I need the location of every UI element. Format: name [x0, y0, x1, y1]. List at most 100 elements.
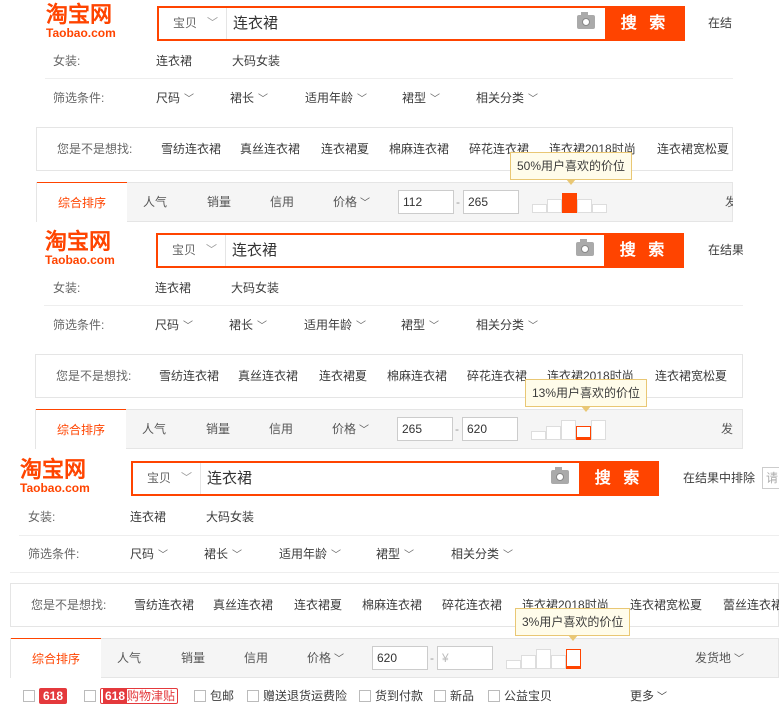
suggest-item[interactable]: 连衣裙夏: [321, 134, 369, 164]
filter-cod[interactable]: 货到付款: [359, 684, 423, 708]
sort-sales[interactable]: 销量: [206, 410, 230, 448]
taobao-logo[interactable]: 淘宝网 Taobao.com: [45, 231, 127, 267]
women-item[interactable]: 大码女装: [206, 502, 254, 532]
suggest-item[interactable]: 连衣裙宽松夏: [657, 134, 729, 164]
filter-new[interactable]: 新品: [434, 684, 474, 708]
sort-price[interactable]: 价格 ﹀: [332, 410, 369, 448]
filter-free-shipping[interactable]: 包邮: [194, 684, 234, 708]
women-item[interactable]: 大码女装: [232, 46, 280, 76]
search-input[interactable]: 连衣裙: [232, 235, 277, 266]
price-max-input[interactable]: 265: [463, 190, 519, 214]
checkbox[interactable]: [434, 690, 446, 702]
price-bar[interactable]: [577, 199, 592, 213]
women-item[interactable]: 连衣裙: [156, 46, 192, 76]
price-min-input[interactable]: 265: [397, 417, 453, 441]
price-min-input[interactable]: 112: [398, 190, 454, 214]
filter-age[interactable]: 适用年龄 ﹀: [305, 83, 367, 115]
women-item[interactable]: 大码女装: [231, 273, 279, 303]
sort-price[interactable]: 价格 ﹀: [307, 639, 344, 677]
price-bar[interactable]: [547, 199, 562, 213]
suggest-item[interactable]: 蕾丝连衣裙: [723, 590, 779, 620]
price-bar[interactable]: [536, 649, 551, 669]
suggest-item[interactable]: 棉麻连衣裙: [389, 134, 449, 164]
filter-size[interactable]: 尺码 ﹀: [130, 539, 168, 571]
category-select[interactable]: 宝贝 ﹀: [158, 235, 226, 266]
sort-credit[interactable]: 信用: [244, 639, 268, 677]
suggest-item[interactable]: 棉麻连衣裙: [387, 361, 447, 391]
checkbox[interactable]: [194, 690, 206, 702]
suggest-item[interactable]: 连衣裙夏: [294, 590, 342, 620]
price-bar-selected[interactable]: [562, 193, 577, 213]
suggest-item[interactable]: 雪纺连衣裙: [161, 134, 221, 164]
sort-sales[interactable]: 销量: [181, 639, 205, 677]
filter-charity[interactable]: 公益宝贝: [488, 684, 552, 708]
suggest-item[interactable]: 真丝连衣裙: [240, 134, 300, 164]
filter-age[interactable]: 适用年龄 ﹀: [279, 539, 341, 571]
sort-popularity[interactable]: 人气: [142, 410, 166, 448]
price-bar-selected[interactable]: [576, 426, 591, 440]
suggest-item[interactable]: 碎花连衣裙: [467, 361, 527, 391]
camera-icon[interactable]: [577, 12, 595, 29]
sort-credit[interactable]: 信用: [270, 183, 294, 221]
price-bar[interactable]: [532, 204, 547, 213]
suggest-item[interactable]: 雪纺连衣裙: [134, 590, 194, 620]
price-bar[interactable]: [521, 655, 536, 669]
suggest-item[interactable]: 连衣裙宽松夏: [655, 361, 727, 391]
suggest-item[interactable]: 雪纺连衣裙: [159, 361, 219, 391]
filter-618[interactable]: 618: [23, 684, 68, 708]
suggest-item[interactable]: 连衣裙宽松夏: [630, 590, 702, 620]
sort-default[interactable]: 综合排序: [37, 182, 127, 222]
sort-default[interactable]: 综合排序: [11, 638, 101, 678]
women-item[interactable]: 连衣裙: [155, 273, 191, 303]
filter-size[interactable]: 尺码 ﹀: [155, 310, 193, 342]
filter-length[interactable]: 裙长 ﹀: [229, 310, 267, 342]
filter-category[interactable]: 相关分类 ﹀: [476, 310, 538, 342]
taobao-logo[interactable]: 淘宝网 Taobao.com: [46, 4, 128, 40]
price-bar[interactable]: [531, 431, 546, 440]
ship-from-dropdown[interactable]: 发货地 ﹀: [695, 639, 744, 677]
sort-credit[interactable]: 信用: [269, 410, 293, 448]
checkbox[interactable]: [84, 690, 96, 702]
ship-from-dropdown[interactable]: 发货: [721, 410, 742, 448]
filter-size[interactable]: 尺码 ﹀: [156, 83, 194, 115]
search-input[interactable]: 连衣裙: [233, 8, 278, 39]
search-button[interactable]: 搜 索: [579, 461, 659, 496]
price-bar[interactable]: [546, 426, 561, 440]
suggest-item[interactable]: 连衣裙夏: [319, 361, 367, 391]
ship-from-dropdown[interactable]: 发: [725, 183, 733, 221]
women-item[interactable]: 连衣裙: [130, 502, 166, 532]
filter-age[interactable]: 适用年龄 ﹀: [304, 310, 366, 342]
search-button[interactable]: 搜 索: [605, 6, 685, 41]
filter-length[interactable]: 裙长 ﹀: [204, 539, 242, 571]
price-max-input[interactable]: 620: [462, 417, 518, 441]
suggest-item[interactable]: 棉麻连衣裙: [362, 590, 422, 620]
checkbox[interactable]: [23, 690, 35, 702]
filter-skirt-type[interactable]: 裙型 ﹀: [401, 310, 439, 342]
taobao-logo[interactable]: 淘宝网 Taobao.com: [20, 459, 102, 495]
suggest-item[interactable]: 真丝连衣裙: [238, 361, 298, 391]
price-bar[interactable]: [506, 660, 521, 669]
price-max-input[interactable]: ¥: [437, 646, 493, 670]
sort-popularity[interactable]: 人气: [143, 183, 167, 221]
filter-return-insurance[interactable]: 赠送退货运费险: [247, 684, 347, 708]
filter-length[interactable]: 裙长 ﹀: [230, 83, 268, 115]
exclude-input[interactable]: 请: [762, 467, 779, 489]
price-min-input[interactable]: 620: [372, 646, 428, 670]
checkbox[interactable]: [488, 690, 500, 702]
sort-popularity[interactable]: 人气: [117, 639, 141, 677]
price-bar[interactable]: [561, 420, 576, 440]
checkbox[interactable]: [247, 690, 259, 702]
suggest-item[interactable]: 碎花连衣裙: [442, 590, 502, 620]
suggest-item[interactable]: 真丝连衣裙: [213, 590, 273, 620]
filter-618-subsidy[interactable]: 618 购物津贴: [84, 684, 179, 708]
search-button[interactable]: 搜 索: [604, 233, 684, 268]
search-input[interactable]: 连衣裙: [207, 463, 252, 494]
category-select[interactable]: 宝贝 ﹀: [133, 463, 201, 494]
sort-default[interactable]: 综合排序: [36, 409, 126, 449]
camera-icon[interactable]: [551, 467, 569, 484]
checkbox[interactable]: [359, 690, 371, 702]
category-select[interactable]: 宝贝 ﹀: [159, 8, 227, 39]
filter-skirt-type[interactable]: 裙型 ﹀: [376, 539, 414, 571]
filter-category[interactable]: 相关分类 ﹀: [476, 83, 538, 115]
sort-price[interactable]: 价格 ﹀: [333, 183, 370, 221]
